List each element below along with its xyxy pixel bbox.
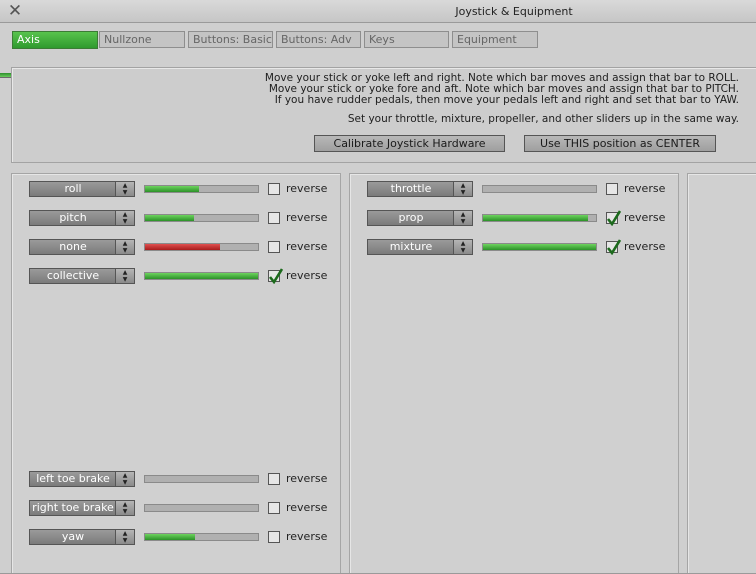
reverse-label: reverse	[286, 530, 328, 543]
reverse-checkbox[interactable]	[606, 239, 621, 255]
reverse-label: reverse	[624, 182, 666, 195]
axis-level-fill	[145, 215, 194, 221]
checkmark-icon	[606, 210, 621, 226]
axis-select-value: none	[59, 240, 87, 253]
axis-level-fill	[145, 273, 258, 279]
axis-select[interactable]: yaw ▲ ▼	[29, 529, 135, 545]
instructions-panel: Move your stick or yoke left and right. …	[11, 67, 756, 163]
axis-select[interactable]: none ▲ ▼	[29, 239, 135, 255]
up-down-arrow-icon: ▲ ▼	[453, 211, 472, 225]
up-down-arrow-icon: ▲ ▼	[115, 240, 134, 254]
axis-level-fill	[145, 244, 220, 250]
tab-equipment[interactable]: Equipment	[452, 31, 538, 48]
reverse-label: reverse	[286, 472, 328, 485]
axis-level-fill	[145, 534, 195, 540]
axis-select[interactable]: left toe brake ▲ ▼	[29, 471, 135, 487]
reverse-checkbox[interactable]	[606, 210, 621, 226]
up-down-arrow-icon: ▲ ▼	[115, 211, 134, 225]
reverse-label: reverse	[286, 240, 328, 253]
reverse-label: reverse	[286, 211, 328, 224]
up-down-arrow-icon: ▲ ▼	[115, 269, 134, 283]
reverse-checkbox[interactable]	[268, 183, 280, 195]
calibrate-button[interactable]: Calibrate Joystick Hardware	[314, 135, 505, 152]
axis-level-fill	[483, 244, 596, 250]
instruction-sliders: Set your throttle, mixture, propeller, a…	[347, 113, 739, 125]
axis-select[interactable]: mixture ▲ ▼	[367, 239, 473, 255]
axis-level-bar	[144, 185, 259, 193]
checkmark-icon	[268, 268, 283, 284]
window-title: Joystick & Equipment	[455, 5, 573, 18]
axis-select[interactable]: pitch ▲ ▼	[29, 210, 135, 226]
up-down-arrow-icon: ▲ ▼	[115, 182, 134, 196]
axis-level-fill	[483, 215, 588, 221]
axis-level-bar	[144, 533, 259, 541]
axis-select[interactable]: throttle ▲ ▼	[367, 181, 473, 197]
axis-panel-middle: throttle ▲ ▼ reverse prop ▲ ▼ reverse mixture ▲ ▼ r…	[349, 173, 679, 574]
up-down-arrow-icon: ▲ ▼	[115, 501, 134, 515]
axis-row: pitch ▲ ▼ reverse	[29, 210, 329, 226]
axis-select-value: yaw	[61, 530, 85, 543]
axis-row: yaw ▲ ▼ reverse	[29, 529, 329, 545]
reverse-checkbox[interactable]	[268, 268, 283, 284]
axis-select-value: roll	[64, 182, 82, 195]
instruction-yaw: If you have rudder pedals, then move you…	[274, 94, 739, 106]
axis-select[interactable]: collective ▲ ▼	[29, 268, 135, 284]
reverse-label: reverse	[286, 501, 328, 514]
axis-level-fill	[145, 186, 199, 192]
axis-row: right toe brake ▲ ▼ reverse	[29, 500, 329, 516]
axis-select[interactable]: right toe brake ▲ ▼	[29, 500, 135, 516]
reverse-label: reverse	[624, 211, 666, 224]
reverse-checkbox[interactable]	[268, 502, 280, 514]
axis-row: collective ▲ ▼ reverse	[29, 268, 329, 284]
axis-level-bar	[144, 504, 259, 512]
axis-level-bar	[144, 475, 259, 483]
up-down-arrow-icon: ▲ ▼	[115, 530, 134, 544]
axis-select[interactable]: prop ▲ ▼	[367, 210, 473, 226]
tab-nullzone[interactable]: Nullzone	[99, 31, 185, 48]
tab-bar: Axis Nullzone Buttons: Basic Buttons: Ad…	[0, 23, 756, 78]
reverse-checkbox[interactable]	[268, 212, 280, 224]
reverse-checkbox[interactable]	[268, 241, 280, 253]
axis-select-value: mixture	[389, 240, 433, 253]
axis-level-bar	[482, 243, 597, 251]
reverse-checkbox[interactable]	[606, 183, 618, 195]
axis-select-value: pitch	[59, 211, 87, 224]
axis-level-bar	[144, 214, 259, 222]
checkmark-icon	[606, 239, 621, 255]
up-down-arrow-icon: ▲ ▼	[453, 182, 472, 196]
axis-select-value: prop	[398, 211, 424, 224]
reverse-label: reverse	[286, 182, 328, 195]
reverse-checkbox[interactable]	[268, 531, 280, 543]
axis-row: left toe brake ▲ ▼ reverse	[29, 471, 329, 487]
axis-row: throttle ▲ ▼ reverse	[367, 181, 667, 197]
axis-row: mixture ▲ ▼ reverse	[367, 239, 667, 255]
tab-axis[interactable]: Axis	[12, 31, 98, 49]
axis-select[interactable]: roll ▲ ▼	[29, 181, 135, 197]
axis-level-bar	[482, 185, 597, 193]
up-down-arrow-icon: ▲ ▼	[453, 240, 472, 254]
axis-row: none ▲ ▼ reverse	[29, 239, 329, 255]
up-down-arrow-icon: ▲ ▼	[115, 472, 134, 486]
reverse-label: reverse	[286, 269, 328, 282]
axis-panel-left: roll ▲ ▼ reverse pitch ▲ ▼ reverse none ▲ ▼ reverse…	[11, 173, 341, 574]
axis-row: prop ▲ ▼ reverse	[367, 210, 667, 226]
axis-level-bar	[144, 243, 259, 251]
axis-level-bar	[144, 272, 259, 280]
axis-panel-right	[687, 173, 756, 574]
axis-select-value: throttle	[390, 182, 432, 195]
title-bar: ✕ Joystick & Equipment	[0, 0, 756, 23]
axis-level-bar	[482, 214, 597, 222]
center-button[interactable]: Use THIS position as CENTER	[524, 135, 716, 152]
tab-buttons-basic[interactable]: Buttons: Basic	[188, 31, 273, 48]
reverse-label: reverse	[624, 240, 666, 253]
reverse-checkbox[interactable]	[268, 473, 280, 485]
axis-select-value: left toe brake	[36, 472, 110, 485]
tab-keys[interactable]: Keys	[364, 31, 449, 48]
axis-row: roll ▲ ▼ reverse	[29, 181, 329, 197]
axis-select-value: collective	[46, 269, 100, 282]
axis-select-value: right toe brake	[32, 501, 114, 514]
tab-buttons-adv[interactable]: Buttons: Adv	[276, 31, 361, 48]
